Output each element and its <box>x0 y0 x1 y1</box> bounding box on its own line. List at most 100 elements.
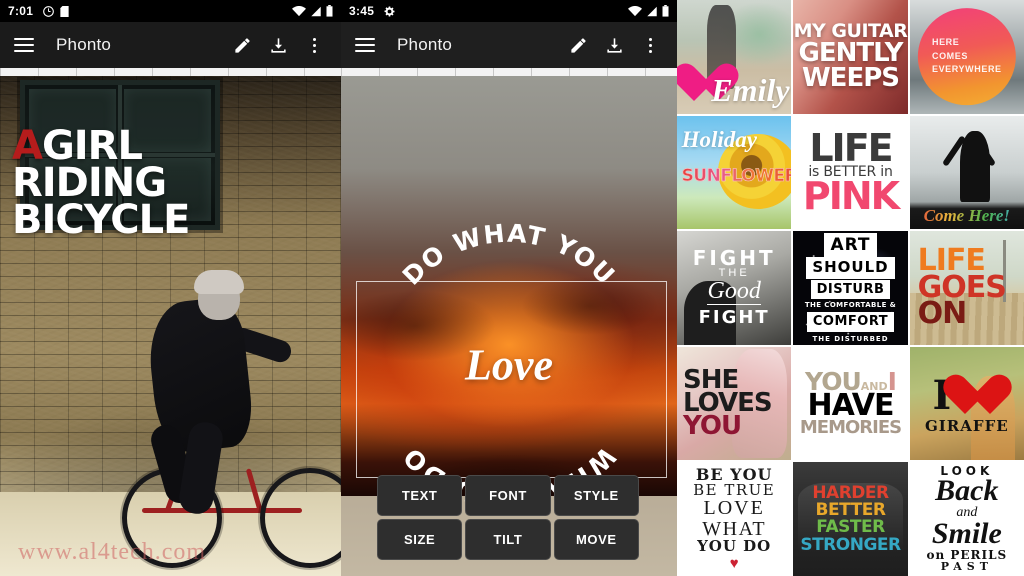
status-left-icons <box>43 5 69 17</box>
text-overlay-left[interactable]: AGIRL RIDING BICYCLE <box>12 126 262 243</box>
caption-line-3: EVERYWHERE <box>931 64 1002 75</box>
caption-line-3: ON <box>917 296 968 332</box>
wifi-icon <box>292 5 306 16</box>
status-right-icons <box>628 5 669 17</box>
gallery-item-be-you[interactable]: BE YOU BE TRUE LOVE WHAT YOU DO ♥ <box>677 462 792 576</box>
gallery-item-she-loves-you[interactable]: SHE LOVES YOU <box>677 346 792 461</box>
hamburger-menu-icon[interactable] <box>355 38 375 52</box>
caption-line-2: SHOULD <box>806 257 895 279</box>
download-save-icon[interactable] <box>601 32 627 58</box>
caption-line-3: WEEPS <box>802 62 900 93</box>
gallery-item-come-here[interactable]: Come Here! <box>909 115 1024 230</box>
gallery-item-look-back[interactable]: LOOK Back and Smile on PERILS PAST <box>909 462 1024 576</box>
gallery-item-giraffe[interactable]: I GIRAFFE <box>909 346 1024 461</box>
gallery-caption: LIFE is BETTER in PINK <box>802 126 900 218</box>
editor-toolbar: TEXT FONT STYLE SIZE TILT MOVE <box>377 475 639 560</box>
status-time: 3:45 <box>349 4 375 18</box>
caption-line-3: LOVE <box>703 497 765 520</box>
gallery-item-harder[interactable]: HARDER BETTER FASTER STRONGER <box>793 462 908 576</box>
gallery-item-guitar[interactable]: MY GUITAR GENTLY WEEPS <box>793 0 908 114</box>
photo-canvas-middle[interactable]: DO WHAT YOU WHAT YOU DO Love TEXT FONT S… <box>341 76 677 576</box>
app-bar-left: Phonto <box>0 22 341 68</box>
circular-text-object[interactable]: DO WHAT YOU WHAT YOU DO Love <box>359 216 659 516</box>
gallery-caption: LOOK Back and Smile on PERILS PAST <box>926 465 1007 573</box>
pencil-edit-icon[interactable] <box>565 32 591 58</box>
screenshot-root: 7:01 Phonto AGIRL RIDING BICYCLE www.al4… <box>0 0 1024 576</box>
caption-line-2: HAVE <box>807 388 894 424</box>
gallery-caption: HERE COMES EVERYWHERE <box>932 37 1002 78</box>
gallery-item-life-goes-on[interactable]: LIFE GOES ON <box>909 231 1024 345</box>
tool-button-tilt[interactable]: TILT <box>465 519 551 560</box>
gallery-caption: BE YOU BE TRUE LOVE WHAT YOU DO ♥ <box>693 466 776 572</box>
gallery-caption: Emily <box>711 72 790 109</box>
center-script-text: Love <box>465 340 553 390</box>
battery-icon <box>326 5 333 17</box>
gallery-caption: Come Here! <box>910 206 1024 226</box>
overflow-menu-icon[interactable] <box>637 32 663 58</box>
app-bar-middle: Phonto <box>341 22 677 68</box>
sample-gallery-grid: Emily MY GUITAR GENTLY WEEPS HERE COMES … <box>677 0 1024 576</box>
gallery-caption: HARDER BETTER FASTER STRONGER <box>800 484 901 555</box>
gallery-item-here-comes[interactable]: HERE COMES EVERYWHERE <box>909 0 1024 114</box>
caption-line-1: FIGHT <box>692 246 776 271</box>
tool-button-font[interactable]: FONT <box>465 475 551 516</box>
app-title: Phonto <box>397 35 453 54</box>
download-save-icon[interactable] <box>265 32 291 58</box>
signal-icon <box>311 6 321 16</box>
gradient-circle: HERE COMES EVERYWHERE <box>917 7 1016 106</box>
caption-line-4: STRONGER <box>800 534 901 555</box>
gallery-caption: ART SHOULD DISTURB THE COMFORTABLE & COM… <box>805 233 896 343</box>
battery-icon <box>662 5 669 17</box>
gallery-item-sunflower[interactable]: Holiday SUNFLOWER <box>677 115 792 230</box>
gallery-item-memories[interactable]: YOUANDI HAVE MEMORIES <box>793 346 908 461</box>
caption-line-2: SUNFLOWER <box>681 165 791 186</box>
cyclist-silhouette <box>122 270 341 572</box>
gallery-item-fight-good[interactable]: FIGHT THE Good FIGHT <box>677 231 792 345</box>
photo-canvas-left[interactable]: AGIRL RIDING BICYCLE www.al4tech.com <box>0 76 341 576</box>
gallery-item-emily[interactable]: Emily <box>677 0 792 114</box>
caption-line-3: Good <box>707 278 761 306</box>
phone-panel-left: 7:01 Phonto AGIRL RIDING BICYCLE www.al4… <box>0 0 341 576</box>
gallery-caption: YOUANDI HAVE MEMORIES <box>799 369 902 438</box>
app-title: Phonto <box>56 35 112 54</box>
gallery-item-life-pink[interactable]: LIFE is BETTER in PINK <box>793 115 908 230</box>
phone-panel-middle: 3:45 Phonto DO WHAT YOU W U O Love TEXT … <box>341 0 677 576</box>
caption-line-5: YOU DO <box>697 537 772 556</box>
gallery-item-art-disturb[interactable]: ART SHOULD DISTURB THE COMFORTABLE & COM… <box>793 231 908 345</box>
caption-line-6: PAST <box>940 559 993 573</box>
caption-line-2: BE TRUE <box>693 481 776 499</box>
gallery-caption: FIGHT THE Good FIGHT <box>693 248 776 327</box>
tool-button-move[interactable]: MOVE <box>553 519 639 560</box>
tool-button-style[interactable]: STYLE <box>553 475 639 516</box>
caption-line-1: LIFE <box>809 126 893 170</box>
sd-card-icon <box>60 5 69 17</box>
signal-icon <box>647 6 657 16</box>
caption-line-3: PINK <box>802 173 900 218</box>
caption-line-3: YOU <box>683 411 742 442</box>
overlay-line-3: BICYCLE <box>12 196 190 243</box>
status-bar-left: 7:01 <box>0 0 341 22</box>
gallery-caption: I GIRAFFE <box>925 372 1009 435</box>
caption-line-2: GIRAFFE <box>924 417 1009 436</box>
tool-button-text[interactable]: TEXT <box>377 475 463 516</box>
wifi-icon <box>628 5 642 16</box>
settings-gear-icon <box>384 6 395 16</box>
caption-line-2: COMES <box>931 51 968 62</box>
status-left-icons <box>384 6 395 17</box>
heart-icon <box>953 375 1001 417</box>
tool-button-size[interactable]: SIZE <box>377 519 463 560</box>
caption-line-5: COMFORT <box>806 312 895 332</box>
gallery-caption: MY GUITAR GENTLY WEEPS <box>794 22 908 93</box>
canvas-ruler-strip-left <box>0 68 341 76</box>
caption-line-4: THE COMFORTABLE & <box>804 301 897 310</box>
circle-text-top: DO WHAT YOU <box>397 219 621 291</box>
caption-line-1: Holiday <box>681 126 757 152</box>
bicycle-wheel-front <box>260 468 341 568</box>
caption-line-6: THE DISTURBED <box>812 334 889 343</box>
overflow-menu-icon[interactable] <box>301 32 327 58</box>
pencil-edit-icon[interactable] <box>229 32 255 58</box>
caption-line-3: MEMORIES <box>799 416 902 438</box>
watermark: www.al4tech.com <box>18 539 207 565</box>
hamburger-menu-icon[interactable] <box>14 38 34 52</box>
status-right-icons <box>292 5 333 17</box>
